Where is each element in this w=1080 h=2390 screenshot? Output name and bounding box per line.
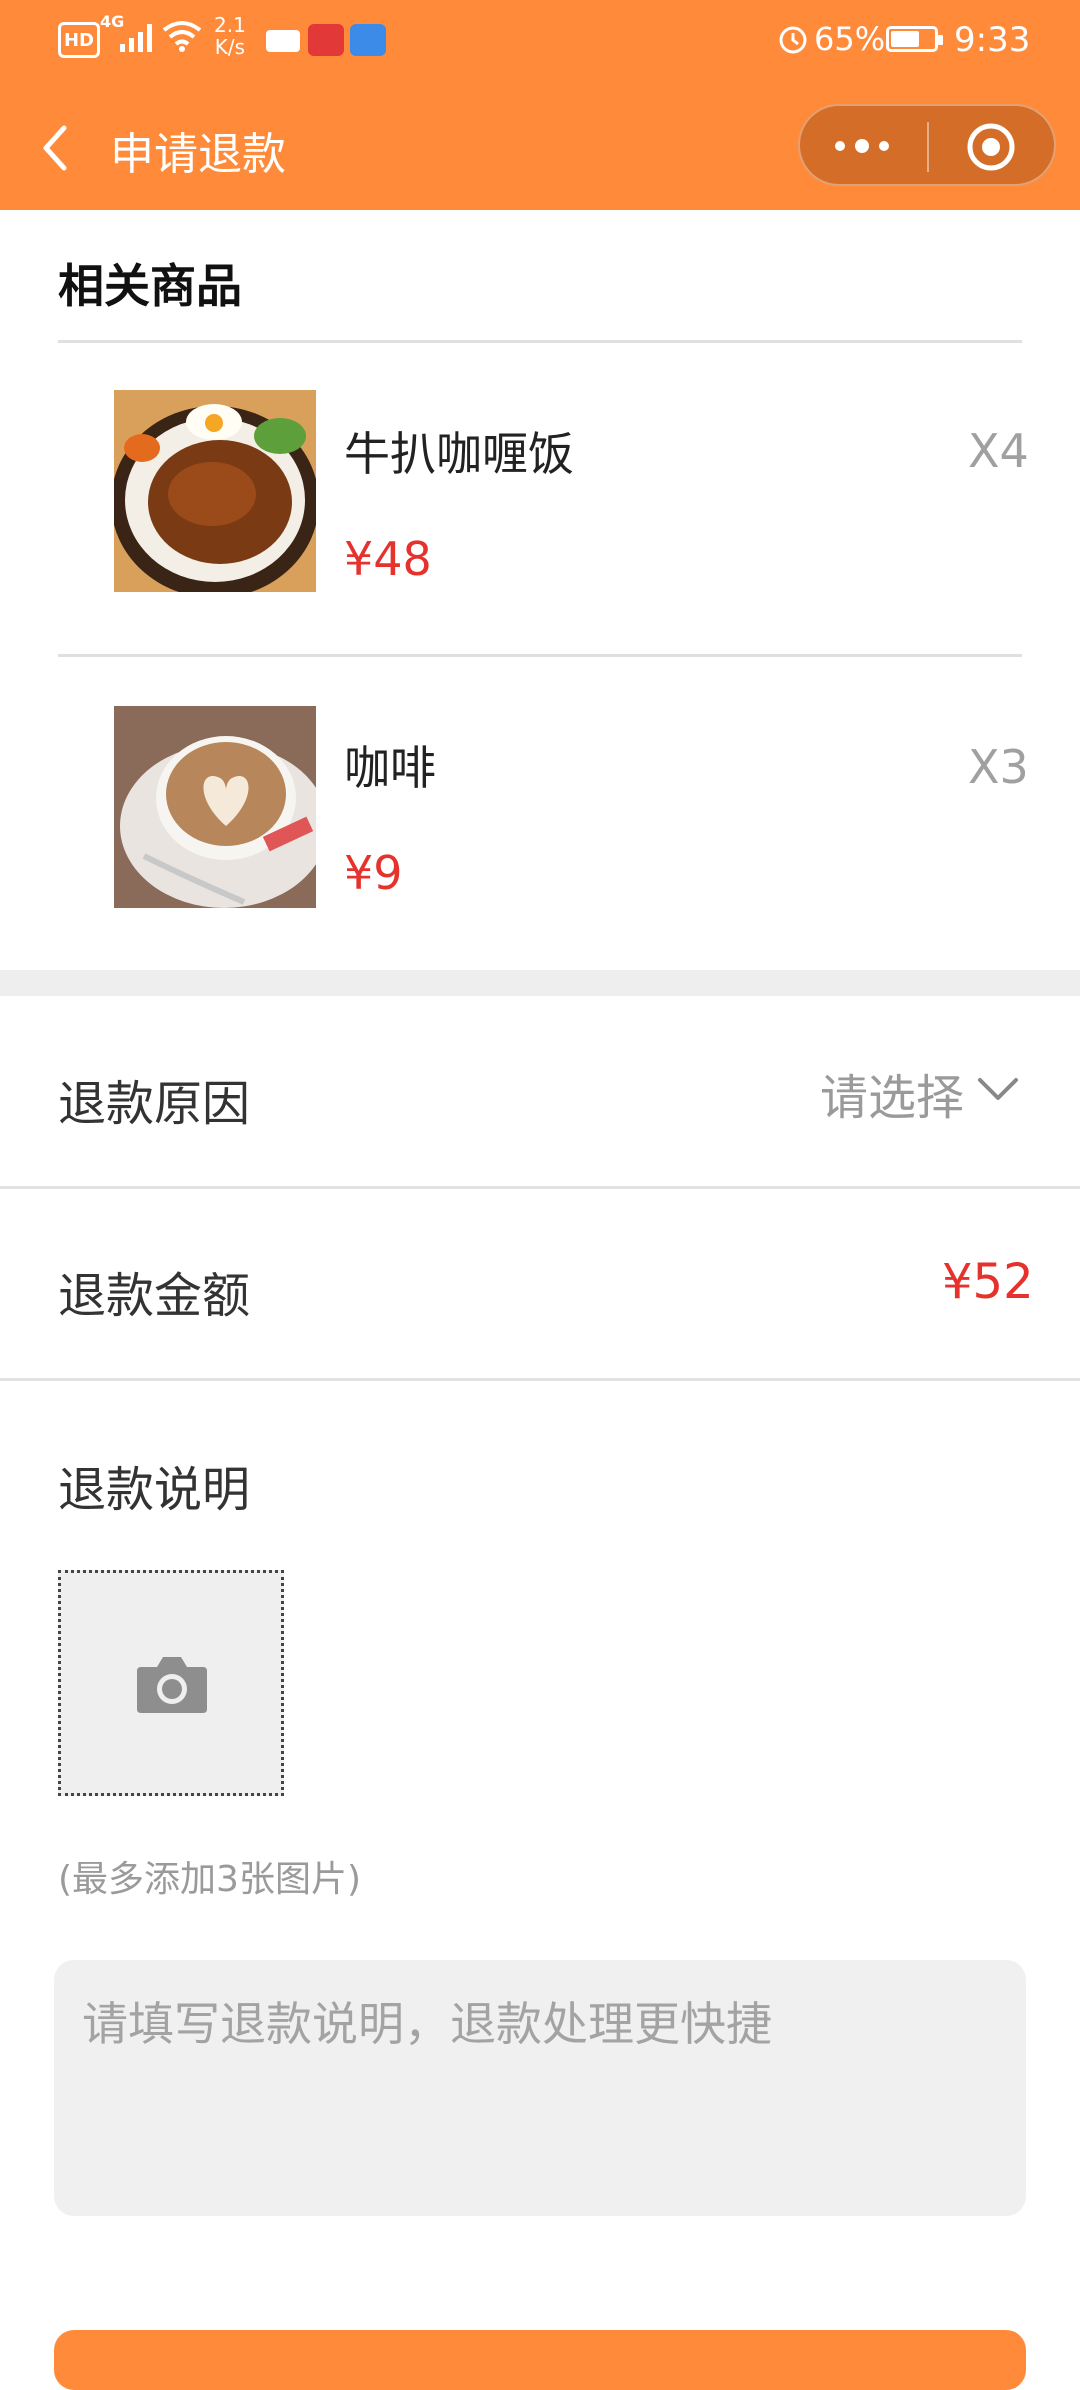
product-price: ¥9	[344, 846, 403, 900]
status-bar: HD 4G 2.1 K/s 65% 9:33	[0, 0, 1080, 80]
product-qty: X4	[968, 424, 1029, 478]
battery-icon	[886, 26, 943, 52]
target-icon[interactable]	[966, 122, 1016, 172]
section-title-products: 相关商品	[58, 259, 242, 313]
chevron-down-icon	[978, 1078, 1018, 1100]
add-photo-button[interactable]	[58, 1570, 284, 1796]
more-dots-icon[interactable]	[832, 134, 892, 158]
product-image-coffee	[114, 706, 316, 908]
wifi-icon	[162, 21, 202, 52]
signal-icon	[120, 24, 152, 52]
product-price: ¥48	[344, 532, 432, 586]
refund-desc-label: 退款说明	[58, 1462, 251, 1518]
product-qty: X3	[968, 740, 1029, 794]
music-app-icon	[308, 24, 344, 56]
refund-reason-label: 退款原因	[58, 1076, 251, 1132]
product-image-curry-rice	[114, 390, 316, 592]
refund-desc-input[interactable]	[54, 1960, 1026, 2216]
speed-value: 2.1	[214, 13, 246, 37]
video-app-icon	[266, 30, 300, 52]
refund-amount-value: ¥52	[942, 1254, 1034, 1310]
back-arrow-icon[interactable]	[36, 122, 76, 174]
divider	[58, 654, 1022, 657]
clock: 9:33	[954, 20, 1031, 60]
hd-badge: HD	[58, 22, 100, 58]
divider	[0, 1378, 1080, 1381]
network-speed: 2.1 K/s	[214, 14, 246, 58]
photo-limit-hint: (最多添加3张图片)	[58, 1859, 361, 1900]
wallet-app-icon	[350, 24, 386, 56]
camera-icon	[137, 1657, 207, 1713]
refund-amount-label: 退款金额	[58, 1268, 251, 1324]
submit-button[interactable]	[54, 2330, 1026, 2390]
product-name: 牛扒咖喱饭	[344, 427, 574, 481]
page-title: 申请退款	[110, 129, 286, 180]
speed-unit: K/s	[214, 35, 246, 59]
section-separator	[0, 970, 1080, 996]
refund-reason-row[interactable]: 退款原因 请选择	[0, 996, 1080, 1186]
refund-reason-select[interactable]: 请选择	[820, 1058, 964, 1128]
alarm-icon	[779, 26, 807, 54]
battery-percent: 65%	[814, 20, 886, 58]
divider	[0, 1186, 1080, 1189]
product-name: 咖啡	[344, 741, 436, 795]
divider	[58, 340, 1022, 343]
